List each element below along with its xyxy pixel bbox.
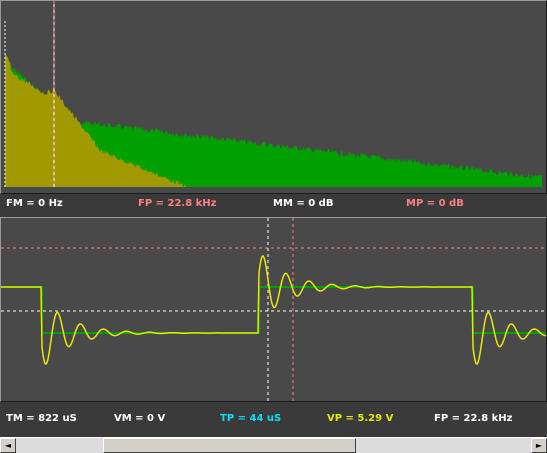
spectrum-panel[interactable] [0, 0, 547, 194]
oscilloscope-panel[interactable] [0, 217, 547, 402]
spectrum-fp-readout: FP = 22.8 kHz [138, 198, 217, 209]
oscilloscope-plot[interactable] [1, 218, 546, 401]
scroll-thumb[interactable] [103, 438, 356, 453]
scope-vp-readout: VP = 5.29 V [327, 413, 394, 424]
scope-fp-readout: FP = 22.8 kHz [434, 413, 513, 424]
scope-vm-readout: VM = 0 V [114, 413, 166, 424]
horizontal-scrollbar[interactable]: ◄ ► [0, 437, 547, 453]
scope-tm-readout: TM = 822 uS [6, 413, 77, 424]
scroll-right-button[interactable]: ► [531, 438, 547, 453]
scope-tp-readout: TP = 44 uS [220, 413, 282, 424]
spectrum-mp-readout: MP = 0 dB [406, 198, 464, 209]
scope-signal-trace [1, 254, 546, 366]
spectrum-mm-readout: MM = 0 dB [273, 198, 334, 209]
spectrum-plot[interactable] [1, 1, 546, 193]
spectrum-fm-readout: FM = 0 Hz [6, 198, 63, 209]
scroll-left-button[interactable]: ◄ [0, 438, 16, 453]
